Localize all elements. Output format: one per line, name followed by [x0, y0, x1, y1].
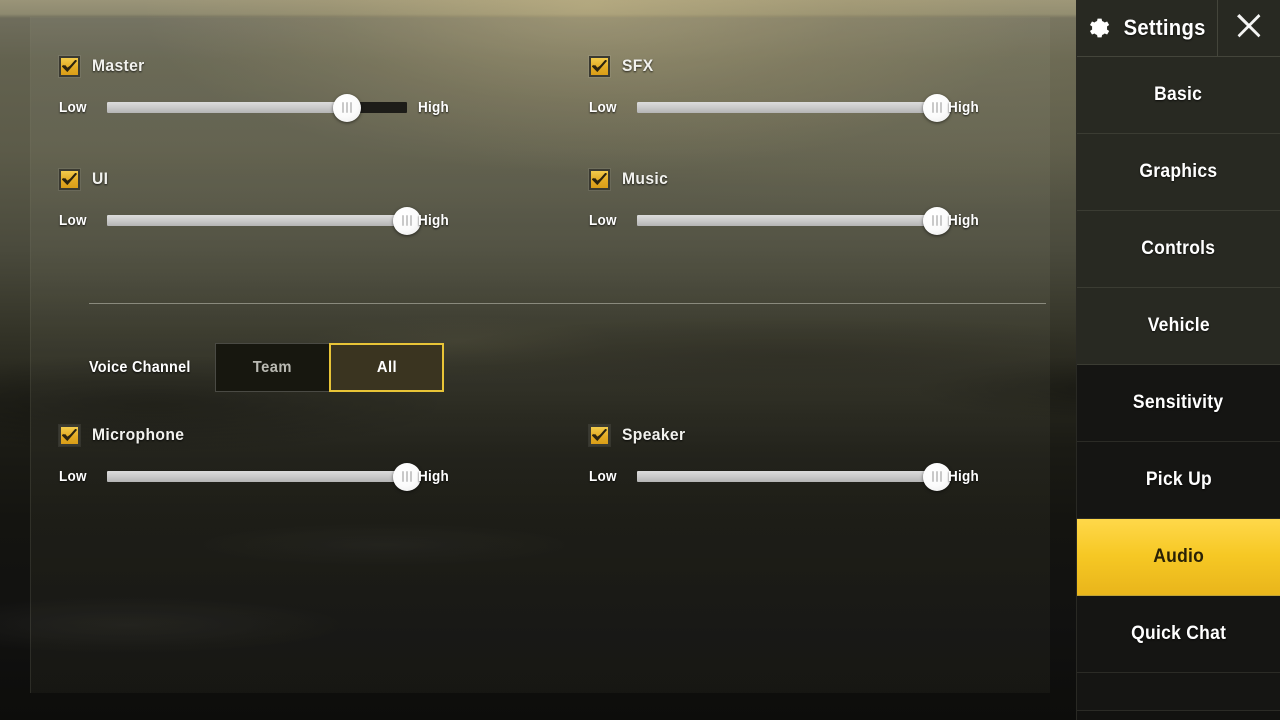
audio-row-header: Music — [589, 168, 983, 190]
audio-row-header: UI — [59, 168, 453, 190]
sidebar-item-list: Basic Graphics Controls Vehicle Sensitivity P… — [1077, 57, 1280, 711]
sidebar-item-label: Pick Up — [1145, 469, 1212, 490]
audio-row-header: Speaker — [589, 424, 983, 446]
slider-line: Low High — [59, 462, 453, 491]
close-x-icon — [1232, 9, 1266, 48]
sidebar-item-graphics[interactable]: Graphics — [1077, 134, 1280, 211]
checkbox-ui[interactable] — [59, 168, 80, 190]
audio-row-microphone: Microphone Low High — [59, 424, 453, 491]
sidebar-item-label: Vehicle — [1147, 315, 1210, 336]
voice-channel-option-team[interactable]: Team — [215, 343, 330, 392]
slider-master[interactable] — [107, 93, 407, 122]
sidebar-item-label: Graphics — [1139, 161, 1218, 182]
audio-row-sfx: SFX Low High — [589, 55, 983, 122]
slider-fill — [107, 102, 347, 113]
check-icon — [592, 59, 607, 72]
sidebar-item-quick-chat[interactable]: Quick Chat — [1077, 596, 1280, 673]
voice-channel-option-all-label: All — [376, 358, 397, 376]
slider-line: Low High — [589, 462, 983, 491]
settings-title-wrap: Settings — [1077, 0, 1218, 56]
page-title: Settings — [1123, 15, 1206, 40]
audio-row-header: Microphone — [59, 424, 453, 446]
audio-row-speaker: Speaker Low High — [589, 424, 983, 491]
slider-low-label: Low — [59, 212, 87, 229]
slider-high-label: High — [418, 468, 450, 485]
slider-music[interactable] — [637, 206, 951, 235]
voice-channel-option-team-label: Team — [252, 358, 293, 376]
checkbox-speaker[interactable] — [589, 424, 610, 446]
slider-low-label: Low — [59, 468, 87, 485]
slider-handle[interactable] — [923, 206, 951, 235]
check-icon — [62, 59, 77, 72]
slider-ui[interactable] — [107, 206, 421, 235]
sidebar-item-label: Sensitivity — [1133, 392, 1224, 413]
slider-line: Low High — [589, 93, 983, 122]
sidebar-item-audio[interactable]: Audio — [1077, 519, 1280, 596]
slider-handle[interactable] — [333, 93, 361, 122]
slider-fill — [107, 471, 407, 482]
slider-high-label: High — [948, 99, 980, 116]
slider-fill — [107, 215, 407, 226]
slider-line: Low High — [59, 206, 453, 235]
sidebar-header: Settings — [1077, 0, 1280, 57]
slider-fill — [637, 215, 937, 226]
slider-low-label: Low — [59, 99, 87, 116]
slider-high-label: High — [948, 468, 980, 485]
slider-line: Low High — [59, 93, 453, 122]
audio-row-label: UI — [92, 169, 109, 188]
slider-high-label: High — [948, 212, 980, 229]
sidebar-item-label: Basic — [1154, 84, 1203, 105]
sidebar-item-partial[interactable] — [1077, 673, 1280, 711]
audio-row-label: Master — [92, 56, 145, 75]
sidebar-item-label: Controls — [1141, 238, 1216, 259]
checkbox-master[interactable] — [59, 55, 80, 77]
audio-row-header: SFX — [589, 55, 983, 77]
check-icon — [62, 172, 77, 185]
voice-channel-label: Voice Channel — [89, 358, 191, 376]
checkbox-sfx[interactable] — [589, 55, 610, 77]
audio-row-music: Music Low High — [589, 168, 983, 235]
check-icon — [592, 172, 607, 185]
slider-low-label: Low — [589, 468, 617, 485]
slider-microphone[interactable] — [107, 462, 421, 491]
slider-handle[interactable] — [923, 93, 951, 122]
audio-row-label: Microphone — [92, 425, 185, 444]
slider-sfx[interactable] — [637, 93, 951, 122]
slider-fill — [637, 471, 937, 482]
audio-row-header: Master — [59, 55, 453, 77]
slider-high-label: High — [418, 212, 450, 229]
audio-row-master: Master Low High — [59, 55, 453, 122]
slider-low-label: Low — [589, 99, 617, 116]
slider-high-label: High — [418, 99, 450, 116]
audio-row-label: Music — [622, 169, 669, 188]
gear-icon — [1085, 15, 1111, 41]
slider-handle[interactable] — [393, 206, 421, 235]
close-button[interactable] — [1218, 0, 1280, 56]
sidebar-item-label: Quick Chat — [1130, 623, 1227, 644]
check-icon — [592, 428, 607, 441]
audio-row-ui: UI Low High — [59, 168, 453, 235]
voice-channel-row: Voice Channel Team All — [89, 343, 444, 392]
checkbox-microphone[interactable] — [59, 424, 80, 446]
audio-settings-panel: Master Low High SFX Low High UI Low High Music Low… — [30, 17, 1050, 693]
audio-row-label: Speaker — [622, 425, 686, 444]
sidebar-item-pick-up[interactable]: Pick Up — [1077, 442, 1280, 519]
sidebar-item-vehicle[interactable]: Vehicle — [1077, 288, 1280, 365]
section-divider — [89, 303, 1046, 304]
slider-speaker[interactable] — [637, 462, 951, 491]
sidebar-item-sensitivity[interactable]: Sensitivity — [1077, 365, 1280, 442]
slider-handle[interactable] — [923, 462, 951, 491]
check-icon — [62, 428, 77, 441]
checkbox-music[interactable] — [589, 168, 610, 190]
sidebar-item-label: Audio — [1153, 546, 1204, 567]
settings-sidebar: Settings Basic Graphics Controls Vehicle Sen… — [1076, 0, 1280, 720]
sidebar-item-basic[interactable]: Basic — [1077, 57, 1280, 134]
voice-channel-option-all[interactable]: All — [329, 343, 444, 392]
slider-low-label: Low — [589, 212, 617, 229]
slider-line: Low High — [589, 206, 983, 235]
slider-handle[interactable] — [393, 462, 421, 491]
slider-fill — [637, 102, 937, 113]
audio-row-label: SFX — [622, 56, 654, 75]
sidebar-item-controls[interactable]: Controls — [1077, 211, 1280, 288]
